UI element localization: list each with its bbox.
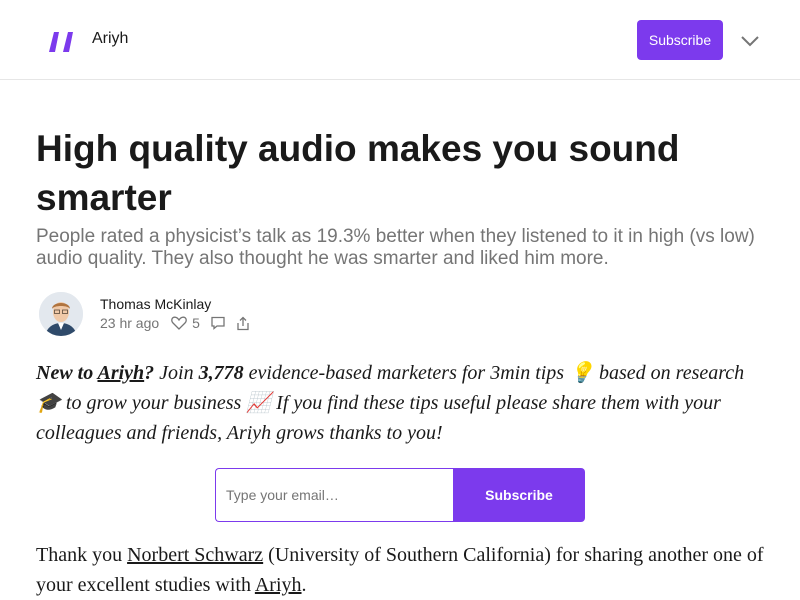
comment-button[interactable]	[210, 316, 226, 330]
comment-icon	[211, 316, 225, 330]
subscribe-form: Subscribe	[215, 468, 585, 522]
intro-ariyh-link[interactable]: Ariyh	[97, 362, 144, 384]
like-count: 5	[192, 315, 200, 331]
share-icon	[237, 316, 249, 330]
header-subscribe-button[interactable]: Subscribe	[637, 20, 723, 60]
intro-join-text: Join	[154, 362, 199, 384]
intro-paragraph: New to Ariyh? Join 3,778 evidence-based …	[36, 358, 766, 448]
top-navigation-bar: Ariyh Subscribe	[0, 0, 800, 80]
post-subtitle: People rated a physicist’s talk as 19.3%…	[36, 226, 755, 269]
body-thank-you: Thank you	[36, 544, 128, 566]
body-ariyh-link[interactable]: Ariyh	[255, 574, 302, 596]
email-input[interactable]	[215, 468, 453, 522]
like-button[interactable]: 5	[171, 315, 200, 331]
author-name[interactable]: Thomas McKinlay	[100, 296, 211, 312]
intro-new-to: New to	[36, 362, 98, 384]
subscribe-submit-button[interactable]: Subscribe	[453, 468, 585, 522]
post-title: High quality audio makes you sound smart…	[36, 128, 680, 218]
quote-mark-icon[interactable]	[46, 26, 76, 56]
post-date: 23 hr ago	[100, 315, 160, 331]
norbert-schwarz-link[interactable]: Norbert Schwarz	[127, 544, 263, 566]
chevron-down-icon[interactable]	[740, 34, 760, 48]
share-button[interactable]	[236, 316, 250, 331]
heart-icon	[171, 316, 188, 330]
subscriber-count: 3,778	[198, 362, 244, 384]
body-period: .	[301, 574, 307, 596]
publication-name[interactable]: Ariyh	[92, 30, 128, 48]
author-avatar[interactable]	[39, 292, 83, 336]
intro-question-mark: ?	[144, 362, 155, 384]
body-paragraph: Thank you Norbert Schwarz (University of…	[36, 540, 766, 600]
post-meta: 23 hr ago 5	[100, 314, 250, 332]
